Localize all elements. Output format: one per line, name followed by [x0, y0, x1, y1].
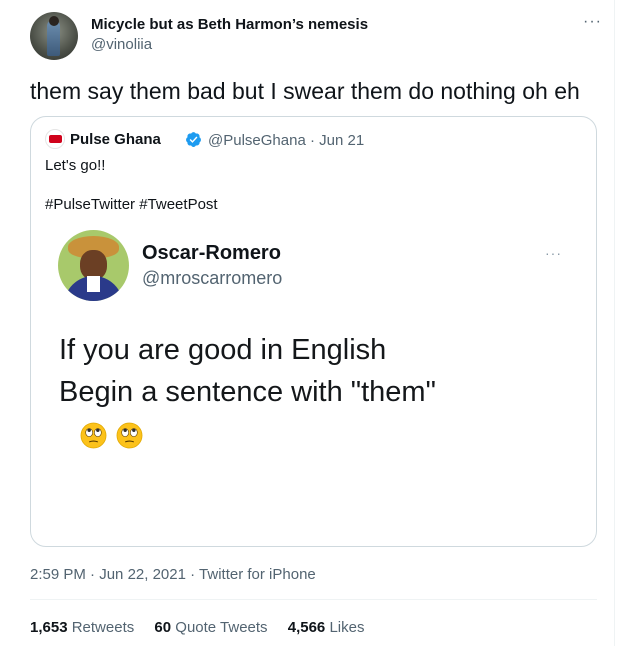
- image-text-line2: Begin a sentence with "them": [59, 376, 436, 408]
- tweet-source[interactable]: Twitter for iPhone: [199, 566, 316, 583]
- divider: [30, 599, 597, 600]
- quote-author-avatar: [45, 129, 65, 149]
- quote-tweets-label: Quote Tweets: [175, 619, 268, 636]
- verified-badge-icon: [186, 132, 201, 147]
- author-avatar[interactable]: [30, 12, 78, 60]
- oscar-romero-avatar: [58, 230, 129, 301]
- image-ellipsis-icon: ···: [545, 245, 562, 261]
- avatar-head: [49, 16, 59, 26]
- likes-label: Likes: [329, 619, 365, 636]
- rolling-eyes-emoji-icon: [116, 422, 143, 449]
- retweets-count: 1,653: [30, 619, 68, 636]
- quote-author-name: Pulse Ghana: [70, 131, 161, 148]
- likes-stat[interactable]: 4,566 Likes: [288, 619, 365, 636]
- tweet-text: them say them bad but I swear them do no…: [30, 78, 580, 104]
- image-author-handle: @mroscarromero: [142, 268, 283, 288]
- tweet-date[interactable]: Jun 22, 2021: [99, 566, 186, 583]
- tweet-detail: Micycle but as Beth Harmon’s nemesis @vi…: [0, 0, 615, 646]
- quote-hashtags[interactable]: #PulseTwitter #TweetPost: [45, 196, 218, 213]
- image-text-line1: If you are good in English: [59, 334, 387, 366]
- quote-text: Let's go!!: [45, 157, 106, 174]
- author-name[interactable]: Micycle but as Beth Harmon’s nemesis: [91, 16, 368, 33]
- quote-author-handle: @PulseGhana: [208, 132, 306, 149]
- quote-tweet[interactable]: Pulse Ghana @PulseGhana · Jun 21 Let's g…: [30, 116, 597, 547]
- tweet-stats: 1,653 Retweets 60 Quote Tweets 4,566 Lik…: [30, 619, 380, 636]
- quote-tweets-stat[interactable]: 60 Quote Tweets: [154, 619, 267, 636]
- tweet-timestamp[interactable]: 2:59 PM · Jun 22, 2021 · Twitter for iPh…: [30, 566, 316, 583]
- quote-tweets-count: 60: [154, 619, 172, 636]
- rolling-eyes-emoji-icon: [80, 422, 107, 449]
- retweets-stat[interactable]: 1,653 Retweets: [30, 619, 134, 636]
- image-author-name: Oscar-Romero: [142, 242, 281, 264]
- tweet-time[interactable]: 2:59 PM: [30, 566, 86, 583]
- quote-date: Jun 21: [319, 132, 365, 149]
- quote-meta: @PulseGhana · Jun 21: [208, 132, 365, 149]
- ellipsis-icon[interactable]: ···: [583, 13, 602, 31]
- likes-count: 4,566: [287, 619, 326, 636]
- retweets-label: Retweets: [71, 619, 135, 636]
- pulse-logo-icon: [49, 135, 62, 143]
- author-handle[interactable]: @vinoliia: [91, 36, 152, 53]
- avatar-collar: [87, 276, 100, 292]
